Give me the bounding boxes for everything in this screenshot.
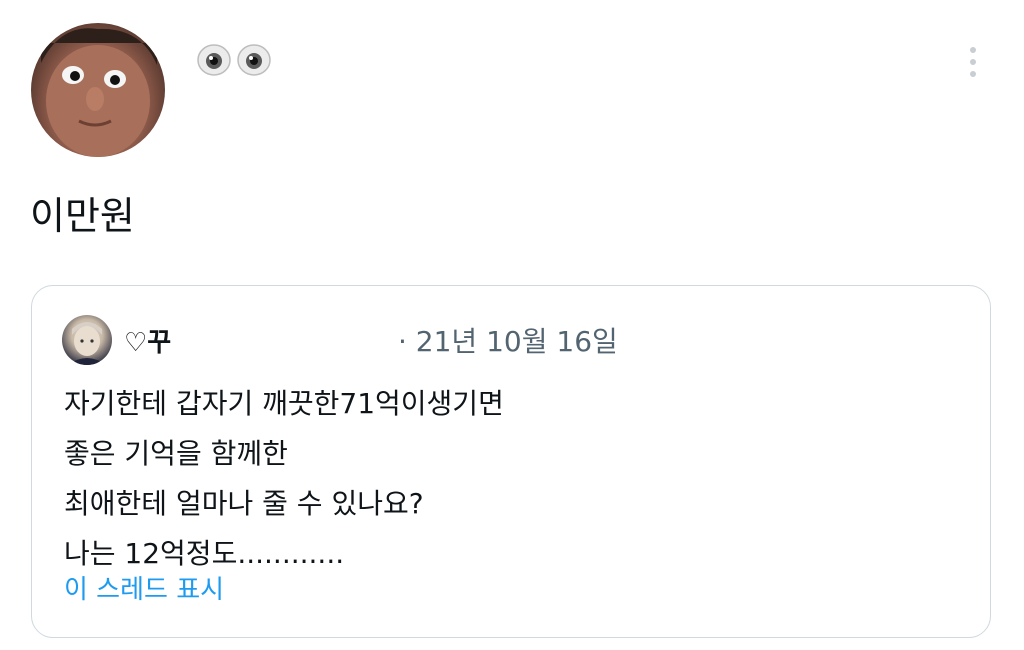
tweet: 이만원 ♡꾸 · 21년 10월 16일 자기한테 갑자기 깨끗한71억이생기면…	[0, 0, 1024, 650]
quoted-author-name[interactable]: ♡꾸	[124, 322, 171, 359]
quoted-tweet-card[interactable]: ♡꾸 · 21년 10월 16일 자기한테 갑자기 깨끗한71억이생기면 좋은 …	[31, 285, 991, 638]
more-options-button[interactable]	[958, 40, 988, 84]
quoted-tweet-text: 자기한테 갑자기 깨끗한71억이생기면 좋은 기억을 함께한 최애한테 얼마나 …	[64, 379, 504, 579]
display-name[interactable]	[196, 42, 272, 78]
tweet-text: 이만원	[30, 194, 135, 238]
quoted-text-line: 최애한테 얼마나 줄 수 있나요?	[64, 487, 424, 520]
quoted-tweet-header: ♡꾸	[62, 314, 171, 366]
more-dot-icon	[970, 71, 976, 77]
eye-icon	[237, 44, 271, 76]
quoted-author-avatar[interactable]	[62, 315, 112, 365]
quoted-tweet-date[interactable]: · 21년 10월 16일	[398, 320, 618, 360]
quoted-text-line: 자기한테 갑자기 깨끗한71억이생기면	[64, 387, 504, 420]
more-dot-icon	[970, 47, 976, 53]
avatar[interactable]	[31, 23, 165, 157]
quoted-text-line: 좋은 기억을 함께한	[64, 437, 288, 470]
eye-icon	[197, 44, 231, 76]
show-thread-link[interactable]: 이 스레드 표시	[64, 569, 224, 606]
more-dot-icon	[970, 59, 976, 65]
